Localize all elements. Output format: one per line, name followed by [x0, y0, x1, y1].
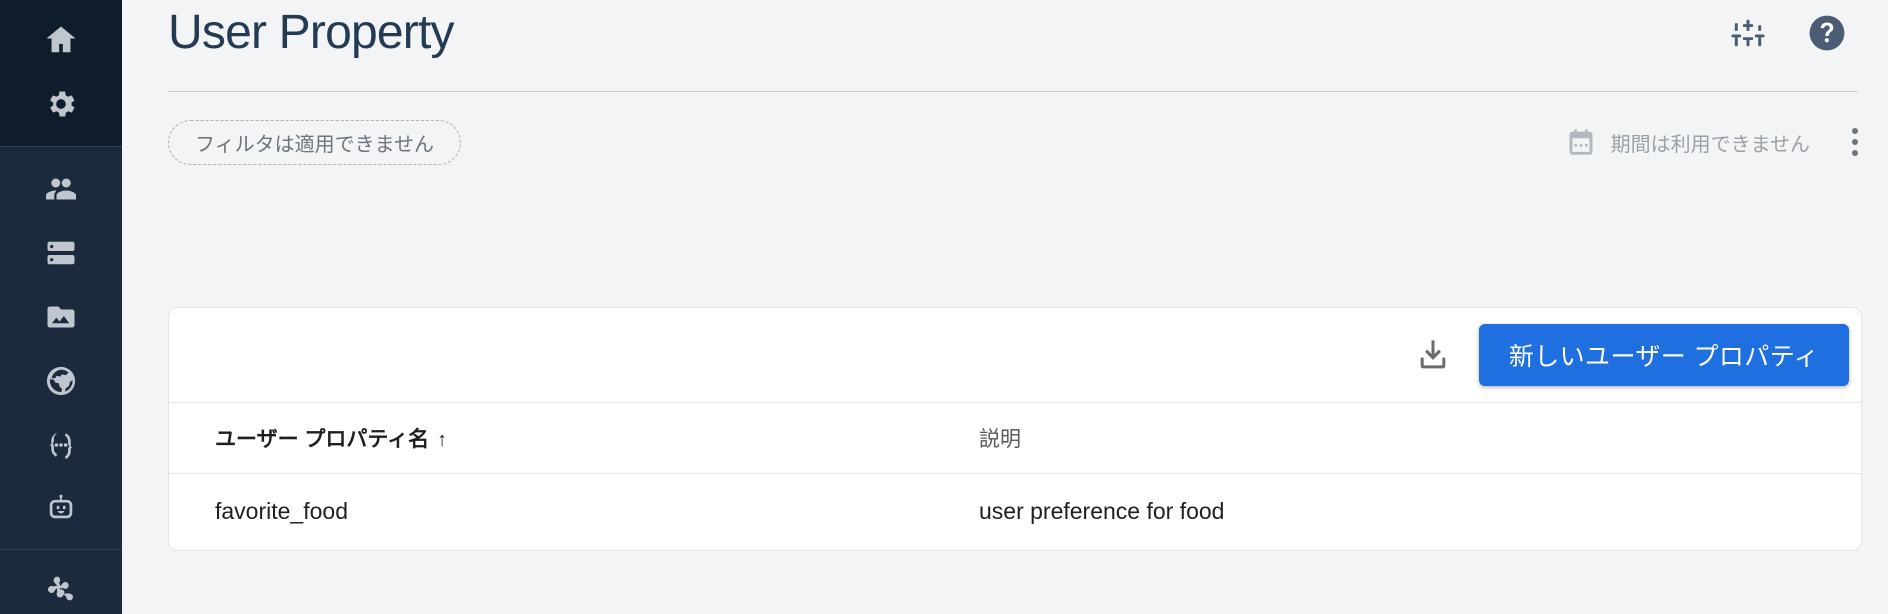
main-content: User Property フィルタは適用できません 期間は利用できません 新し…	[122, 0, 1888, 614]
user-property-table: ユーザー プロパティ名 ↑ 説明 favorite_food user prefe…	[169, 402, 1861, 550]
sidebar-bottom-section	[0, 550, 122, 614]
sidebar-item-users[interactable]	[0, 157, 122, 221]
daterange-label: 期間は利用できません	[1610, 133, 1810, 156]
column-header-description-label: 説明	[979, 428, 1021, 451]
people-icon	[43, 171, 79, 207]
photo-folder-icon	[43, 299, 79, 335]
sidebar-item-hosting[interactable]	[0, 349, 122, 413]
gear-icon	[44, 87, 78, 121]
sidebar-item-storage[interactable]	[0, 221, 122, 285]
app-root: User Property フィルタは適用できません 期間は利用できません 新し…	[0, 0, 1888, 614]
home-icon	[43, 22, 79, 58]
table-header-row: ユーザー プロパティ名 ↑ 説明	[169, 402, 1861, 474]
flower-gear-icon	[43, 572, 79, 608]
header-actions	[1730, 14, 1846, 52]
daterange-group: 期間は利用できません	[1565, 126, 1862, 158]
sidebar-item-extensions[interactable]	[0, 558, 122, 614]
card-toolbar: 新しいユーザー プロパティ	[169, 308, 1861, 402]
sidebar-item-home[interactable]	[0, 8, 122, 72]
sidebar-item-ml[interactable]	[0, 477, 122, 541]
filter-chip-label: フィルタは適用できません	[195, 133, 434, 156]
code-brackets-icon	[43, 427, 79, 463]
filter-bar: フィルタは適用できません 期間は利用できません	[168, 118, 1862, 166]
column-header-description[interactable]: 説明	[979, 402, 1861, 474]
sidebar-item-functions[interactable]	[0, 413, 122, 477]
download-icon[interactable]	[1413, 335, 1453, 375]
header-divider	[168, 91, 1858, 93]
sidebar-main-section	[0, 147, 122, 541]
calendar-icon	[1565, 126, 1597, 158]
column-header-property-name-label: ユーザー プロパティ名	[215, 428, 430, 451]
sidebar	[0, 0, 122, 614]
help-circle-icon[interactable]	[1808, 14, 1846, 52]
cell-description: user preference for food	[979, 498, 1225, 525]
cell-property-name: favorite_food	[215, 498, 348, 525]
globe-icon	[43, 363, 79, 399]
sidebar-item-media[interactable]	[0, 285, 122, 349]
tune-sliders-icon[interactable]	[1730, 15, 1766, 51]
robot-icon	[43, 491, 79, 527]
more-vert-icon[interactable]	[1852, 128, 1858, 157]
column-header-property-name[interactable]: ユーザー プロパティ名 ↑	[169, 402, 979, 474]
database-icon	[43, 235, 79, 271]
filter-chip[interactable]: フィルタは適用できません	[168, 119, 461, 165]
page-title: User Property	[168, 6, 454, 59]
sort-ascending-icon: ↑	[437, 429, 448, 451]
sidebar-top-section	[0, 0, 122, 146]
page-header: User Property	[122, 0, 1888, 63]
table-row[interactable]: favorite_food user preference for food	[169, 474, 1861, 550]
new-user-property-button[interactable]: 新しいユーザー プロパティ	[1478, 324, 1849, 386]
sidebar-item-settings[interactable]	[0, 72, 122, 136]
table-head: ユーザー プロパティ名 ↑ 説明	[169, 402, 1861, 474]
user-property-card: 新しいユーザー プロパティ ユーザー プロパティ名 ↑ 説明 favorite_…	[168, 307, 1862, 551]
table-body: favorite_food user preference for food	[169, 474, 1861, 550]
